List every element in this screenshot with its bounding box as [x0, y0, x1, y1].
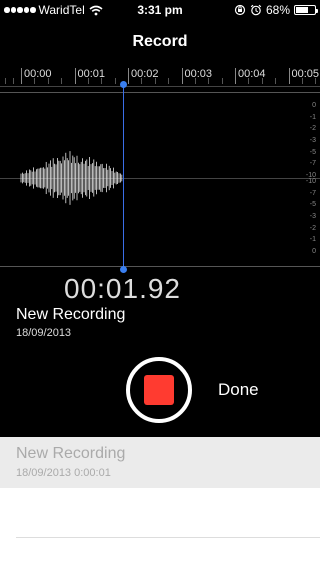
timeline-minor-tick	[208, 78, 210, 84]
waveform-area[interactable]: 0 -1 -2 -3 -5 -7 -10 -10 -7 -5 -3 -2 -1 0	[0, 92, 320, 267]
record-stop-button[interactable]	[126, 357, 192, 423]
timeline-minor-tick	[5, 78, 6, 84]
alarm-clock-icon	[250, 4, 262, 16]
list-item-meta: 18/09/2013 0:00:01	[16, 467, 111, 479]
timeline-minor-tick	[221, 78, 223, 84]
db-label: -2	[309, 224, 316, 232]
battery-fill	[296, 7, 309, 13]
timeline-major-tick	[21, 68, 22, 84]
db-label: -5	[309, 201, 316, 209]
db-label: 0	[312, 248, 316, 255]
db-scale-upper: 0 -1 -2 -3 -5 -7 -10	[300, 102, 316, 179]
playhead-bottom-handle[interactable]	[120, 266, 127, 273]
playhead-top-handle[interactable]	[120, 81, 127, 88]
rotation-lock-icon	[234, 4, 246, 16]
list-item-name: New Recording	[16, 445, 126, 462]
timeline-minor-tick	[315, 78, 317, 84]
timeline-baseline	[0, 86, 320, 87]
status-right: 68%	[234, 3, 318, 17]
timeline-minor-tick	[61, 78, 63, 84]
timeline-minor-tick	[47, 78, 49, 84]
timeline-minor-tick	[34, 78, 36, 84]
timeline-minor-tick	[13, 78, 14, 84]
status-bar: WaridTel 3:31 pm 68%	[0, 0, 320, 20]
timeline-major-tick	[74, 68, 76, 84]
db-scale-lower: -10 -7 -5 -3 -2 -1 0	[300, 178, 316, 255]
voice-memos-screen: WaridTel 3:31 pm 68% Record 00:00 00:01 …	[0, 0, 320, 568]
timeline-major-tick	[235, 68, 236, 84]
db-label: -7	[309, 189, 316, 197]
timeline-minor-tick	[141, 78, 143, 84]
timeline-minor-tick	[168, 78, 170, 84]
timeline-minor-tick	[275, 78, 277, 84]
timeline-major-tick	[128, 68, 129, 84]
battery-icon	[294, 5, 318, 15]
db-label: 0	[312, 102, 316, 109]
timeline-minor-tick	[154, 78, 156, 84]
timeline-minor-tick	[301, 78, 303, 84]
recordings-list-empty-area	[0, 488, 320, 568]
db-label: -3	[309, 213, 316, 220]
db-label: -7	[309, 160, 316, 168]
list-separator	[16, 537, 320, 538]
playhead[interactable]	[123, 84, 124, 269]
timeline-major-tick	[181, 68, 183, 84]
timeline-minor-tick	[194, 78, 196, 84]
timeline-ruler[interactable]: 00:00 00:01 00:02 00:03 00:04 00:05	[0, 62, 320, 90]
stop-icon	[144, 375, 174, 405]
timeline-minor-tick	[261, 78, 263, 84]
timeline-major-tick	[288, 68, 290, 84]
recording-date: 18/09/2013	[16, 327, 72, 339]
battery-percent: 68%	[265, 3, 290, 17]
done-button[interactable]: Done	[218, 380, 259, 400]
db-label: -2	[309, 125, 316, 133]
db-label: -3	[309, 137, 316, 144]
timeline-minor-tick	[87, 78, 89, 84]
db-label: -1	[309, 113, 316, 121]
timeline-minor-tick	[114, 78, 116, 84]
db-label: -10	[305, 178, 316, 185]
list-item[interactable]: New Recording 18/09/2013 0:00:01	[0, 437, 320, 488]
page-title: Record	[132, 33, 188, 50]
db-label: -1	[309, 236, 316, 244]
timeline-minor-tick	[101, 78, 103, 84]
timeline-minor-tick	[248, 78, 250, 84]
recording-name[interactable]: New Recording	[16, 306, 125, 324]
elapsed-timer: 00:01.92	[64, 273, 181, 304]
db-label: -5	[309, 148, 316, 156]
